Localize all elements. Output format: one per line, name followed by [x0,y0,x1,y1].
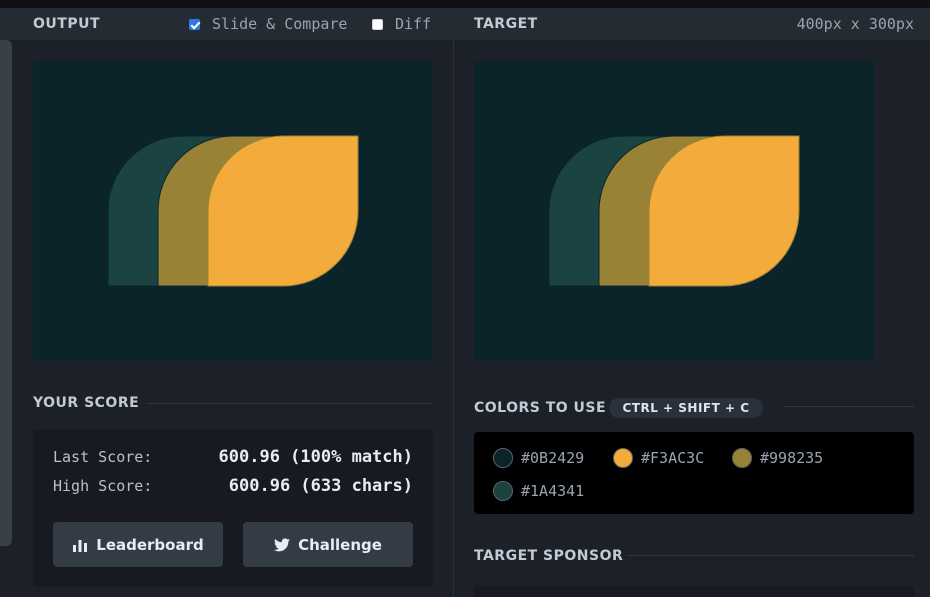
score-panel: Last Score: 600.96 (100% match) High Sco… [33,429,433,587]
last-score-value: 600.96 (100% match) [218,447,413,467]
color-swatch[interactable]: #F3AC3C [613,448,704,468]
color-hex: #1A4341 [521,482,585,500]
sponsor-panel [474,586,914,597]
color-swatch[interactable]: #0B2429 [493,448,584,468]
colors-title: COLORS TO USE [474,400,607,416]
color-hex: #0B2429 [521,449,585,467]
sponsor-title-rule [628,555,914,556]
target-dimensions: 400px x 300px [796,15,914,33]
color-hex: #F3AC3C [641,449,705,467]
challenge-button[interactable]: Challenge [243,522,413,567]
score-title-rule [148,403,432,404]
leaderboard-button[interactable]: Leaderboard [53,522,223,567]
high-score-value: 600.96 (633 chars) [228,476,413,496]
target-title: TARGET [474,16,538,32]
bar-chart-icon [73,539,88,552]
output-drawing [107,135,359,287]
color-swatch[interactable]: #998235 [732,448,823,468]
top-strip [0,0,930,8]
sponsor-title: TARGET SPONSOR [474,548,624,564]
output-canvas[interactable] [33,61,433,361]
challenge-label: Challenge [298,535,382,554]
diff-label[interactable]: Diff [395,15,431,33]
copy-colors-shortcut: CTRL + SHIFT + C [609,398,763,418]
target-leaf-front [648,135,800,287]
color-dot [613,448,633,468]
leaderboard-label: Leaderboard [96,535,204,554]
diff-checkbox[interactable] [372,19,383,30]
twitter-bird-icon [274,537,291,551]
target-canvas [474,61,874,361]
left-scrollbar[interactable] [0,40,12,546]
color-dot [732,448,752,468]
header-bar: OUTPUT Slide & Compare Diff TARGET 400px… [0,8,930,41]
output-leaf-front [207,135,359,287]
colors-panel: #0B2429 #F3AC3C #998235 #1A4341 [474,432,914,514]
panel-divider [453,40,454,597]
output-title: OUTPUT [33,16,100,32]
color-hex: #998235 [760,449,824,467]
colors-title-rule [785,406,914,407]
high-score-label: High Score: [53,477,153,495]
slide-compare-checkbox[interactable] [189,19,200,30]
color-swatch[interactable]: #1A4341 [493,481,584,501]
slide-compare-label[interactable]: Slide & Compare [212,15,347,33]
color-dot [493,481,513,501]
score-title: YOUR SCORE [33,395,140,411]
last-score-label: Last Score: [53,448,153,466]
target-drawing [548,135,800,287]
color-dot [493,448,513,468]
